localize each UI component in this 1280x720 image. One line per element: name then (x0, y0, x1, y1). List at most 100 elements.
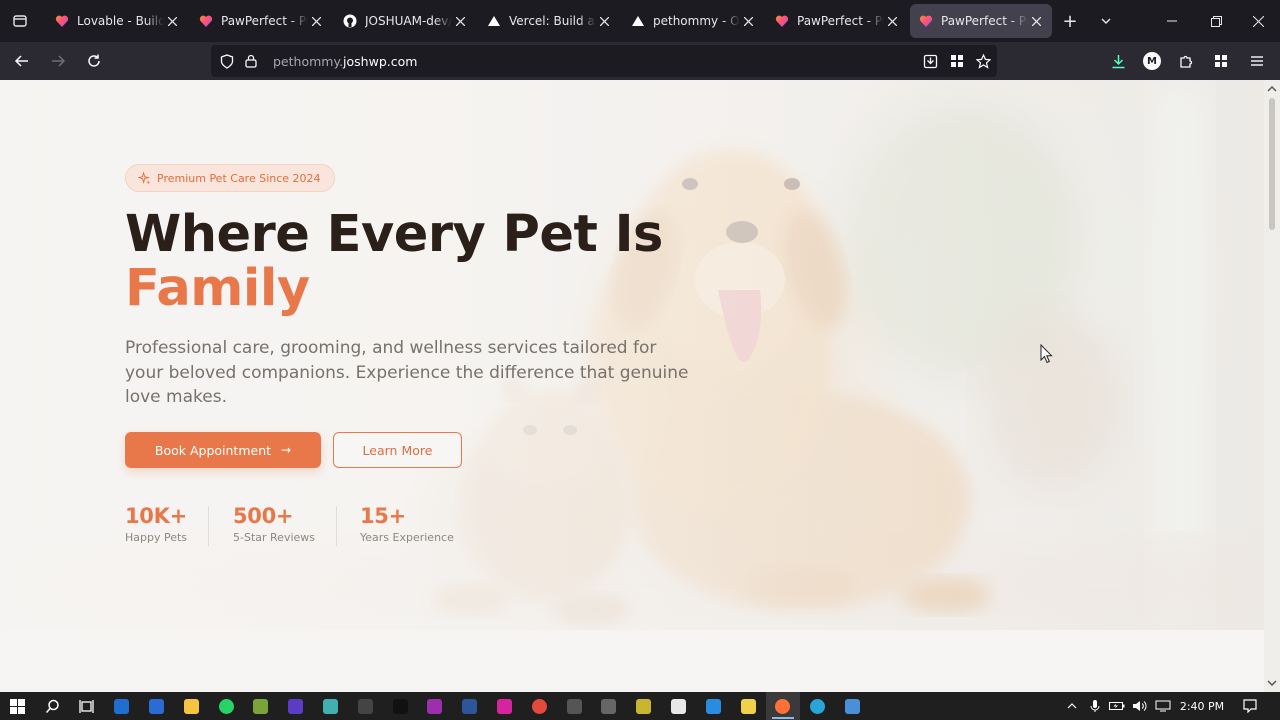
microphone-icon (1090, 700, 1100, 712)
tab-close-button[interactable] (308, 13, 324, 29)
mouse-cursor-icon (1040, 344, 1053, 364)
site-info-button[interactable] (239, 49, 263, 73)
start-button[interactable] (0, 692, 35, 720)
edge-icon (810, 698, 826, 714)
restore-button[interactable] (1194, 0, 1238, 42)
windows-taskbar: 2:40 PM (0, 692, 1280, 720)
windows-logo-icon (9, 698, 25, 714)
taskbar-app-button[interactable] (174, 692, 209, 720)
browser-tab[interactable]: Vercel: Build and d (478, 4, 620, 38)
tab-close-button[interactable] (1028, 13, 1044, 29)
tab-close-button[interactable] (884, 13, 900, 29)
badge-text: Premium Pet Care Since 2024 (157, 171, 321, 185)
tab-title: PawPerfect - Prem (941, 14, 1028, 28)
tracking-protection-button[interactable] (215, 49, 239, 73)
save-to-pocket-button[interactable] (918, 49, 942, 73)
tab-close-button[interactable] (740, 13, 756, 29)
tab-overview-button[interactable] (2, 3, 38, 39)
taskbar-app-button[interactable] (800, 692, 835, 720)
app-icon (253, 698, 269, 714)
browser-tab[interactable]: PawPerfect - Prem (766, 4, 908, 38)
stat-label: Years Experience (360, 531, 454, 544)
taskbar-app-button[interactable] (626, 692, 661, 720)
address-bar[interactable]: pethommy.joshwp.com (211, 45, 997, 77)
taskbar-app-button[interactable] (104, 692, 139, 720)
learn-more-button[interactable]: Learn More (333, 432, 462, 468)
back-button[interactable] (6, 45, 38, 77)
taskbar-app-button[interactable] (487, 692, 522, 720)
battery-button[interactable] (1106, 692, 1128, 720)
taskbar-app-button[interactable] (418, 692, 453, 720)
page-viewport: Premium Pet Care Since 2024 Where Every … (0, 80, 1264, 692)
tab-close-button[interactable] (596, 13, 612, 29)
close-icon (1031, 16, 1041, 26)
reload-button[interactable] (78, 45, 110, 77)
network-button[interactable] (1152, 692, 1174, 720)
taskbar-app-button[interactable] (209, 692, 244, 720)
notifications-button[interactable] (1236, 692, 1264, 720)
taskbar-app-button[interactable] (835, 692, 870, 720)
taskbar-app-button[interactable] (765, 692, 801, 720)
scroll-up-icon[interactable] (1264, 82, 1280, 96)
taskbar-app-button[interactable] (592, 692, 627, 720)
headline-accent-word: Family (125, 259, 310, 318)
taskbar-app-button[interactable] (244, 692, 279, 720)
downloads-button[interactable] (1102, 45, 1134, 77)
volume-button[interactable] (1129, 692, 1151, 720)
menu-button[interactable] (1241, 45, 1273, 77)
forward-button[interactable] (42, 45, 74, 77)
stat-divider (208, 506, 209, 546)
app-icon (636, 698, 652, 714)
scroll-down-icon[interactable] (1264, 676, 1280, 690)
extensions-button[interactable] (1170, 45, 1202, 77)
tab-strip: Lovable - Build fo PawPerfect - Prem JOSHU… (0, 0, 1280, 42)
outlook-icon (114, 698, 130, 714)
download-tray-icon (923, 54, 937, 68)
tab-close-button[interactable] (452, 13, 468, 29)
navigation-toolbar: pethommy.joshwp.com M (0, 42, 1280, 80)
browser-tab[interactable]: PawPerfect - Prem (910, 4, 1052, 38)
extensions-grid-button[interactable] (945, 49, 969, 73)
taskbar-app-button[interactable] (139, 692, 174, 720)
taskbar-app-button[interactable] (661, 692, 696, 720)
taskbar-app-button[interactable] (313, 692, 348, 720)
close-window-button[interactable] (1236, 0, 1280, 42)
taskbar-app-button[interactable] (731, 692, 766, 720)
book-appointment-button[interactable]: Book Appointment → (125, 432, 321, 468)
taskbar-app-button[interactable] (348, 692, 383, 720)
scrollbar-thumb[interactable] (1269, 98, 1275, 230)
stat-value: 10K+ (125, 504, 187, 528)
taskbar-app-button[interactable] (278, 692, 313, 720)
search-button[interactable] (35, 692, 70, 720)
minimize-button[interactable] (1150, 0, 1194, 42)
clock[interactable]: 2:40 PM (1176, 692, 1228, 720)
clock-time: 2:40 PM (1179, 699, 1225, 713)
taskbar-app-button[interactable] (557, 692, 592, 720)
page-scrollbar[interactable] (1264, 80, 1280, 692)
vscode-icon (705, 698, 721, 714)
grid-icon (951, 55, 963, 67)
new-tab-button[interactable]: + (1052, 4, 1088, 38)
microphone-button[interactable] (1085, 692, 1105, 720)
stat-experience: 15+ Years Experience (360, 504, 454, 544)
url-text[interactable]: pethommy.joshwp.com (273, 54, 417, 69)
browser-tab[interactable]: JOSHUAM-dev/pe (334, 4, 476, 38)
bookmark-button[interactable] (971, 49, 995, 73)
sparkles-icon (138, 171, 151, 184)
task-view-button[interactable] (70, 692, 105, 720)
taskbar-app-button[interactable] (383, 692, 418, 720)
apps-button[interactable] (1205, 45, 1237, 77)
lovable-heart-icon (774, 13, 790, 29)
taskbar-app-button[interactable] (452, 692, 487, 720)
taskbar-app-button[interactable] (522, 692, 557, 720)
shield-icon (220, 53, 234, 69)
tab-close-button[interactable] (164, 13, 180, 29)
tab-list-dropdown-button[interactable] (1088, 4, 1124, 38)
account-button[interactable]: M (1136, 45, 1168, 77)
browser-tab[interactable]: Lovable - Build fo (46, 4, 188, 38)
taskbar-app-button[interactable] (696, 692, 731, 720)
browser-tab[interactable]: PawPerfect - Prem (190, 4, 332, 38)
stat-value: 15+ (360, 504, 406, 528)
show-hidden-icons-button[interactable] (1062, 692, 1082, 720)
browser-tab[interactable]: pethommy - Over (622, 4, 764, 38)
